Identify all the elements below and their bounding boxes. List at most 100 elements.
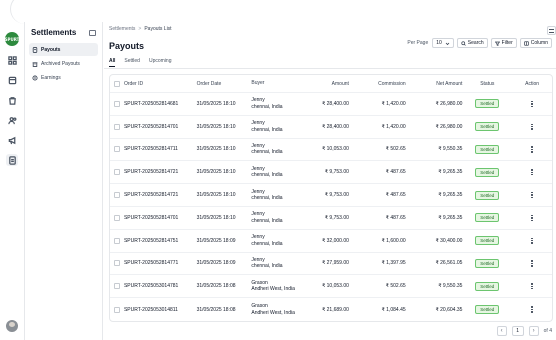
- cell-buyer: Grason Andheri West, India: [251, 303, 309, 316]
- rail-catalog[interactable]: [6, 74, 18, 86]
- tab-all[interactable]: All: [109, 58, 116, 67]
- prev-page-button[interactable]: ‹: [496, 326, 507, 336]
- cell-commission: ₹ 502.65: [385, 283, 406, 290]
- cell-order-date: 31/05/2025 18:10: [196, 214, 236, 221]
- more-options-icon[interactable]: [531, 100, 533, 107]
- search-button-label: Search: [467, 40, 484, 46]
- header-commission[interactable]: Commission: [349, 81, 406, 87]
- cell-net-amount: ₹ 9,265.35: [438, 214, 463, 221]
- cell-commission: ₹ 1,600.00: [381, 237, 406, 244]
- more-options-icon[interactable]: [531, 283, 533, 290]
- header-order-id[interactable]: Order ID: [124, 81, 197, 87]
- per-page-select[interactable]: 10: [432, 38, 454, 48]
- row-checkbox[interactable]: [113, 169, 120, 176]
- cell-net-amount: ₹ 26,980.00: [435, 100, 463, 107]
- cell-buyer: Jenny chennai, India: [251, 211, 309, 224]
- buyer-location: Andheri West, India: [251, 309, 295, 316]
- select-all-checkbox[interactable]: [113, 80, 120, 87]
- filter-button-label: Filter: [501, 40, 513, 46]
- sidebar-item-payouts[interactable]: Payouts: [29, 43, 98, 56]
- rail-home[interactable]: [6, 54, 18, 66]
- header-net-amount[interactable]: Net Amount: [406, 81, 462, 87]
- table-row[interactable]: SPURT-2025052814721 31/05/2025 18:10 Jenny…: [110, 184, 552, 207]
- header-status[interactable]: Status: [462, 81, 512, 87]
- sidebar-item-earnings[interactable]: Earnings: [29, 71, 98, 84]
- table-row[interactable]: SPURT-2025052814681 31/05/2025 18:10 Jenny…: [110, 93, 552, 116]
- cell-commission: ₹ 487.65: [385, 192, 406, 199]
- cell-action: [512, 100, 552, 107]
- cell-order-date: 31/05/2025 18:10: [196, 192, 236, 199]
- breadcrumb-root[interactable]: Settlements: [109, 26, 135, 32]
- current-page-input[interactable]: 1: [511, 326, 524, 336]
- menu-toggle-button[interactable]: [547, 26, 556, 35]
- sidebar-title: Settlements: [31, 28, 77, 37]
- more-options-icon[interactable]: [531, 169, 533, 176]
- column-button[interactable]: Column: [519, 38, 552, 48]
- header-order-date[interactable]: Order Date: [197, 81, 252, 87]
- row-checkbox[interactable]: [113, 100, 120, 107]
- earnings-icon: [32, 74, 38, 81]
- table-row[interactable]: SPURT-2025052814721 31/05/2025 18:10 Jenny…: [110, 161, 552, 185]
- row-checkbox[interactable]: [113, 306, 120, 313]
- cell-commission: ₹ 487.65: [385, 214, 406, 221]
- row-checkbox[interactable]: [113, 260, 120, 267]
- user-avatar[interactable]: [6, 320, 18, 332]
- more-options-icon[interactable]: [531, 123, 533, 130]
- table-row[interactable]: SPURT-2025053014811 31/05/2025 18:08 Graso…: [110, 298, 552, 321]
- cell-order-date: 31/05/2025 18:10: [196, 169, 236, 176]
- row-checkbox[interactable]: [113, 146, 120, 153]
- header-buyer[interactable]: Buyer: [251, 80, 309, 87]
- table-row[interactable]: SPURT-2025052814701 31/05/2025 18:10 Jenny…: [110, 207, 552, 230]
- cell-buyer: Jenny chennai, India: [251, 97, 309, 110]
- row-checkbox[interactable]: [113, 283, 120, 290]
- table-row[interactable]: SPURT-2025052814751 31/05/2025 18:09 Jenny…: [110, 230, 552, 253]
- cell-commission: ₹ 1,397.95: [381, 260, 406, 267]
- row-checkbox[interactable]: [113, 123, 120, 130]
- more-options-icon[interactable]: [531, 146, 533, 153]
- filter-button[interactable]: Filter: [490, 38, 517, 48]
- row-checkbox[interactable]: [113, 214, 120, 221]
- cell-order-id: SPURT-2025052814681: [123, 100, 179, 107]
- cell-order-id: SPURT-2025052814701: [123, 214, 179, 221]
- header-amount[interactable]: Amount: [309, 81, 349, 87]
- more-options-icon[interactable]: [531, 260, 533, 267]
- row-checkbox[interactable]: [113, 192, 120, 199]
- search-button[interactable]: Search: [456, 38, 488, 48]
- row-checkbox-cell: [110, 260, 124, 267]
- cell-action: [512, 237, 552, 244]
- status-badge: Settled: [475, 99, 500, 109]
- rail-orders[interactable]: [6, 94, 18, 106]
- status-badge: Settled: [475, 190, 500, 200]
- row-checkbox[interactable]: [113, 237, 120, 244]
- rail-marketing[interactable]: [6, 134, 18, 146]
- more-options-icon[interactable]: [531, 306, 533, 313]
- cell-status: Settled: [462, 236, 512, 246]
- cell-amount: ₹ 10,053.00: [322, 283, 349, 290]
- more-options-icon[interactable]: [531, 214, 533, 221]
- tab-settled[interactable]: Settled: [124, 58, 140, 67]
- sidebar-item-label: Earnings: [41, 74, 61, 81]
- pagination: ‹ 1 › of 4: [496, 326, 552, 336]
- table-header-row: Order ID Order Date Buyer Amount Commiss…: [110, 75, 552, 93]
- sidebar-item-archived-payouts[interactable]: Archived Payouts: [29, 57, 98, 70]
- breadcrumb-separator: >: [138, 26, 142, 32]
- rail-settlements[interactable]: [6, 154, 18, 166]
- tab-upcoming[interactable]: Upcoming: [149, 58, 172, 67]
- table-row[interactable]: SPURT-2025053014781 31/05/2025 18:08 Graso…: [110, 275, 552, 299]
- cell-buyer: Jenny chennai, India: [251, 234, 309, 247]
- buyer-location: chennai, India: [251, 263, 283, 270]
- brand-logo[interactable]: SPURT: [5, 32, 19, 46]
- more-options-icon[interactable]: [531, 237, 533, 244]
- next-page-button[interactable]: ›: [528, 326, 539, 336]
- collapse-sidebar-icon[interactable]: [89, 29, 96, 36]
- status-badge: Settled: [475, 305, 500, 315]
- cell-net-amount: ₹ 30,400.00: [435, 237, 463, 244]
- table-row[interactable]: SPURT-2025052814771 31/05/2025 18:09 Jenny…: [110, 253, 552, 276]
- cell-amount: ₹ 10,053.00: [322, 146, 349, 153]
- cell-net-amount: ₹ 26,980.00: [435, 123, 463, 130]
- rail-customers[interactable]: [6, 114, 18, 126]
- more-options-icon[interactable]: [531, 192, 533, 199]
- table-row[interactable]: SPURT-2025052814711 31/05/2025 18:10 Jenny…: [110, 139, 552, 162]
- table-row[interactable]: SPURT-2025052814701 31/05/2025 18:10 Jenny…: [110, 116, 552, 139]
- cell-action: [512, 169, 552, 176]
